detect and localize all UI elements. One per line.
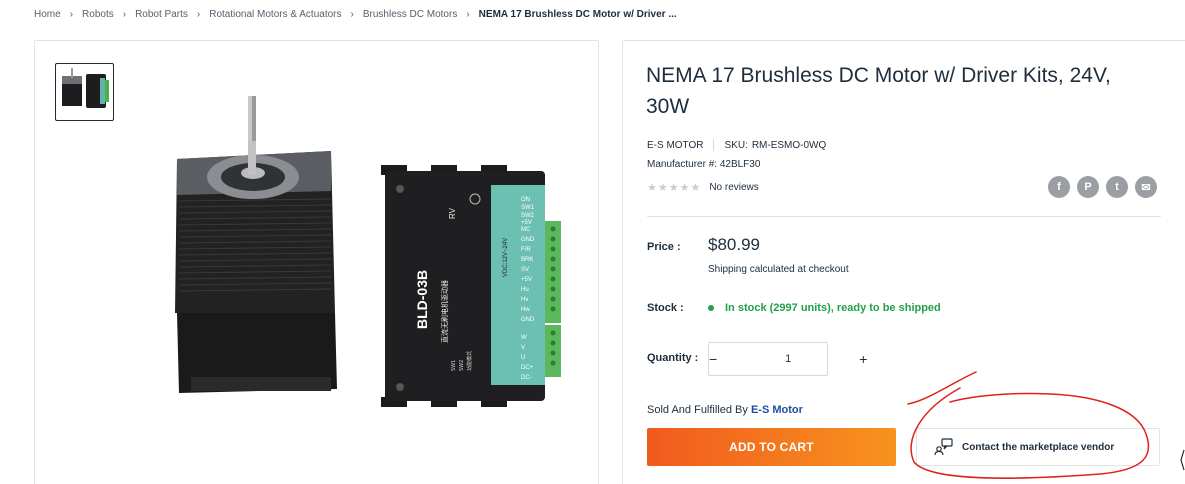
contact-vendor-button[interactable]: Contact the marketplace vendor: [916, 428, 1160, 466]
driver-rv-label: RV: [448, 207, 457, 219]
scroll-edge-indicator: [1180, 449, 1185, 471]
pin-label: +5V: [521, 220, 532, 226]
quantity-input[interactable]: [717, 343, 860, 375]
rating-row[interactable]: ★★★★★ No reviews: [647, 181, 759, 194]
shipping-note[interactable]: Shipping calculated at checkout: [708, 264, 849, 275]
email-icon[interactable]: ✉: [1135, 176, 1157, 198]
driver-model-label: BLD-03B: [414, 270, 430, 329]
pin-label: +5V: [521, 277, 532, 283]
product-meta: E-S MOTOR SKU: RM-ESMO-0WQ: [647, 139, 826, 151]
driver-image: RV BLD-03B 直流无刷电机驱动器 VDC:12V~24V MC GND …: [381, 165, 561, 407]
pin-label: U: [521, 355, 525, 361]
breadcrumb-rotational-motors[interactable]: Rotational Motors & Actuators: [209, 9, 341, 20]
quantity-decrease-button[interactable]: −: [709, 343, 717, 375]
pin-label: SW1: [521, 205, 535, 211]
breadcrumb-separator: ›: [196, 9, 201, 20]
manufacturer-label: Manufacturer #:: [647, 159, 718, 170]
mode-table-header: SW2: [459, 360, 465, 371]
chat-icon: [934, 438, 954, 456]
pin-label: V: [521, 345, 525, 351]
breadcrumb-separator: ›: [350, 9, 354, 20]
pin-label: BRK: [521, 257, 533, 263]
manufacturer-value: 42BLF30: [719, 159, 761, 170]
pin-label: SW2: [521, 213, 535, 219]
sku-value: RM-ESMO-0WQ: [751, 139, 827, 151]
brand-link[interactable]: E-S MOTOR: [647, 140, 703, 151]
driver-voltage-label: VDC:12V~24V: [503, 238, 509, 277]
breadcrumb-separator: ›: [466, 9, 470, 20]
section-divider: [647, 216, 1161, 217]
in-stock-dot-icon: [708, 305, 714, 311]
pinterest-icon[interactable]: P: [1077, 176, 1099, 198]
pin-label: SV: [521, 267, 529, 273]
breadcrumb-home[interactable]: Home: [34, 9, 61, 20]
driver-chinese-label: 直流无刷电机驱动器: [440, 280, 449, 343]
mode-table-header: 功能模式: [466, 351, 473, 371]
breadcrumb-separator: ›: [69, 9, 74, 20]
stock-label: Stock :: [647, 302, 684, 314]
twitter-icon[interactable]: t: [1106, 176, 1128, 198]
pin-label: DC-: [521, 375, 532, 381]
pin-label: Hu: [521, 287, 529, 293]
motor-image: [175, 96, 337, 393]
quantity-label: Quantity :: [647, 352, 699, 364]
breadcrumb-current: NEMA 17 Brushless DC Motor w/ Driver ...: [478, 9, 677, 20]
price-label: Price :: [647, 241, 681, 253]
star-rating-icon: ★★★★★: [647, 182, 702, 194]
product-title: NEMA 17 Brushless DC Motor w/ Driver Kit…: [646, 64, 1111, 118]
breadcrumb-robot-parts[interactable]: Robot Parts: [135, 9, 188, 20]
breadcrumb-brushless-dc-motors[interactable]: Brushless DC Motors: [363, 9, 457, 20]
product-thumbnail[interactable]: [55, 63, 114, 121]
product-gallery: RV BLD-03B 直流无刷电机驱动器 VDC:12V~24V MC GND …: [34, 40, 599, 484]
pin-label: ON: [521, 197, 530, 203]
facebook-icon[interactable]: f: [1048, 176, 1070, 198]
add-to-cart-button[interactable]: ADD TO CART: [647, 428, 896, 466]
quantity-increase-button[interactable]: +: [859, 343, 867, 375]
pin-label: Hv: [521, 297, 528, 303]
manufacturer-number: Manufacturer #: 42BLF30: [647, 159, 760, 170]
stock-text: In stock (2997 units), ready to be shipp…: [725, 302, 941, 314]
meta-divider: [713, 139, 715, 151]
sold-by: Sold And Fulfilled By E-S Motor: [647, 404, 803, 416]
contact-vendor-label: Contact the marketplace vendor: [962, 441, 1115, 453]
pin-label: MC: [521, 227, 531, 233]
sku-label: SKU:: [724, 139, 748, 151]
stock-status: In stock (2997 units), ready to be shipp…: [708, 302, 941, 314]
product-main-image[interactable]: RV BLD-03B 直流无刷电机驱动器 VDC:12V~24V MC GND …: [155, 81, 595, 441]
pin-label: GND: [521, 237, 535, 243]
reviews-count: No reviews: [709, 182, 759, 193]
pin-label: W: [521, 335, 527, 341]
breadcrumb: Home › Robots › Robot Parts › Rotational…: [34, 9, 677, 20]
pin-label: Hw: [521, 307, 530, 313]
pin-label: GND: [521, 317, 535, 323]
breadcrumb-robots[interactable]: Robots: [82, 9, 114, 20]
price-value: $80.99: [708, 235, 760, 254]
quantity-stepper: − +: [708, 342, 867, 376]
pin-label: F/R: [521, 247, 531, 253]
thumbnail-image: [62, 68, 109, 108]
pin-label: DC+: [521, 365, 534, 371]
sold-by-prefix: Sold And Fulfilled By: [647, 404, 748, 416]
vendor-link[interactable]: E-S Motor: [751, 404, 803, 416]
mode-table-header: SW1: [451, 360, 457, 371]
breadcrumb-separator: ›: [122, 9, 127, 20]
share-buttons: f P t ✉: [1048, 176, 1157, 198]
